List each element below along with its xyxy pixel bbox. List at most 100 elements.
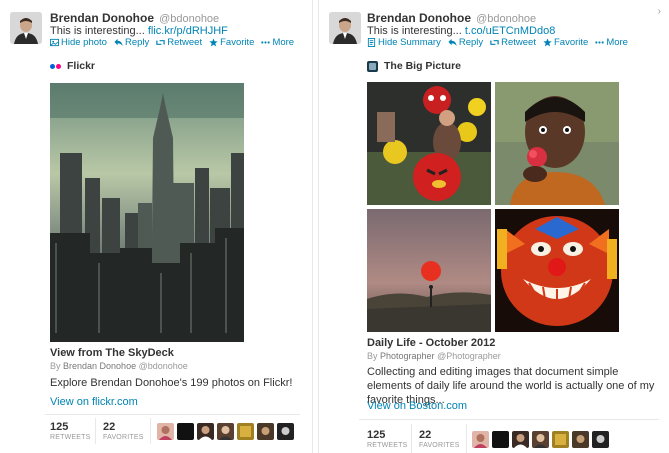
tweet-flickr: Brendan Donohoe @bdonohoe This is intere… [0,0,313,453]
grid-photo-clown-lantern[interactable] [495,209,619,332]
favorite-button[interactable]: Favorite [209,37,254,48]
tweet-header: Brendan Donohoe @bdonohoe [367,11,536,25]
more-dots-icon [595,41,605,44]
avatar[interactable] [177,423,194,440]
avatar[interactable] [492,431,509,448]
reply-label: Reply [458,37,484,48]
card-view-link[interactable]: View on Boston.com [367,400,467,412]
retweet-icon [156,40,166,45]
avatar[interactable] [472,431,489,448]
avatar[interactable] [572,431,589,448]
source-name[interactable]: Flickr [67,60,95,72]
hide-summary-button[interactable]: Hide Summary [367,37,441,48]
hide-summary-label: Hide Summary [378,37,441,48]
source-name[interactable]: The Big Picture [384,60,461,72]
favorites-label: FAVORITES [103,434,144,441]
user-name[interactable]: Brendan Donohoe [367,11,471,25]
more-dots-icon [261,41,271,44]
avatar[interactable] [237,423,254,440]
avatar[interactable] [277,423,294,440]
tweet-header: Brendan Donohoe @bdonohoe [50,11,219,25]
card-byline: By Photographer @Photographer [367,351,501,361]
reply-label: Reply [124,37,150,48]
reply-button[interactable]: Reply [448,37,483,48]
flickr-logo-icon [50,63,61,69]
user-handle: @bdonohoe [476,13,537,25]
retweets-label: RETWEETS [50,434,91,441]
document-icon [367,38,376,47]
reply-button[interactable]: Reply [114,37,149,48]
expand-chevron-icon[interactable]: › [658,6,661,17]
tweet-text: This is interesting... flic.kr/p/dRHJHF [50,25,228,37]
card-photo[interactable] [50,83,244,342]
more-label: More [272,37,295,48]
byline-name[interactable]: Photographer [380,351,435,361]
tweet-text-body: This is interesting... [50,25,148,37]
avatar[interactable] [592,431,609,448]
favorites-label: FAVORITES [419,442,460,449]
avatar[interactable] [197,423,214,440]
card-title[interactable]: View from The SkyDeck [50,347,174,359]
grid-photo-angry-birds[interactable] [367,82,491,205]
user-name[interactable]: Brendan Donohoe [50,11,154,25]
favorite-label: Favorite [553,37,589,48]
hide-photo-label: Hide photo [61,37,107,48]
card-source: The Big Picture [367,60,461,72]
stat-separator [150,418,151,444]
hide-photo-button[interactable]: Hide photo [50,37,107,48]
grid-photo-man-flower[interactable] [495,82,619,205]
tweet-text: This is interesting... t.co/uETCnMDdo8 [367,25,555,37]
stat-separator [466,424,467,453]
stats-divider [359,419,659,420]
reply-icon [114,38,123,47]
card-title[interactable]: Daily Life - October 2012 [367,337,495,349]
retweets-count: 125 [50,421,69,433]
byline-handle: @bdonohoe [136,361,188,371]
retweet-label: Retweet [501,37,536,48]
retweet-button[interactable]: Retweet [156,37,202,48]
big-picture-logo-icon [367,60,378,72]
stat-separator [411,424,412,453]
favorites-stat[interactable]: 22 FAVORITES [103,421,144,441]
reply-icon [448,38,457,47]
stats-divider [45,414,300,415]
avatar[interactable] [217,423,234,440]
retweet-button[interactable]: Retweet [490,37,536,48]
retweets-count: 125 [367,429,386,441]
more-button[interactable]: More [595,37,628,48]
stat-separator [95,418,96,444]
byline-prefix: By [367,351,381,361]
tweet-link[interactable]: flic.kr/p/dRHJHF [148,25,228,37]
favorites-count: 22 [419,429,432,441]
avatar[interactable] [157,423,174,440]
more-label: More [606,37,628,48]
more-button[interactable]: More [261,37,294,48]
retweet-icon [490,40,500,45]
avatar[interactable] [10,12,42,44]
photo-icon [50,38,59,47]
byline-handle: @Photographer [434,351,501,361]
card-description: Explore Brendan Donohoe's 199 photos on … [50,377,293,389]
user-handle: @bdonohoe [159,13,220,25]
retweets-label: RETWEETS [367,442,408,449]
tweet-actions: Hide Summary Reply Retweet Favorite More [367,37,628,48]
avatar[interactable] [512,431,529,448]
avatar[interactable] [552,431,569,448]
retweet-label: Retweet [167,37,203,48]
grid-photo-sunset[interactable] [367,209,491,332]
avatar[interactable] [329,12,361,44]
favorites-count: 22 [103,421,116,433]
tweet-big-picture: › Brendan Donohoe @bdonohoe This is inte… [318,0,669,453]
card-source: Flickr [50,60,95,72]
card-view-link[interactable]: View on flickr.com [50,396,138,408]
tweet-link[interactable]: t.co/uETCnMDdo8 [465,25,555,37]
favorite-button[interactable]: Favorite [543,37,588,48]
avatar[interactable] [532,431,549,448]
avatar[interactable] [257,423,274,440]
byline-name[interactable]: Brendan Donohoe [63,361,136,371]
retweets-stat[interactable]: 125 RETWEETS [367,429,408,449]
favoriter-avatars [472,431,609,448]
favorites-stat[interactable]: 22 FAVORITES [419,429,460,449]
retweets-stat[interactable]: 125 RETWEETS [50,421,91,441]
favorite-label: Favorite [220,37,255,48]
